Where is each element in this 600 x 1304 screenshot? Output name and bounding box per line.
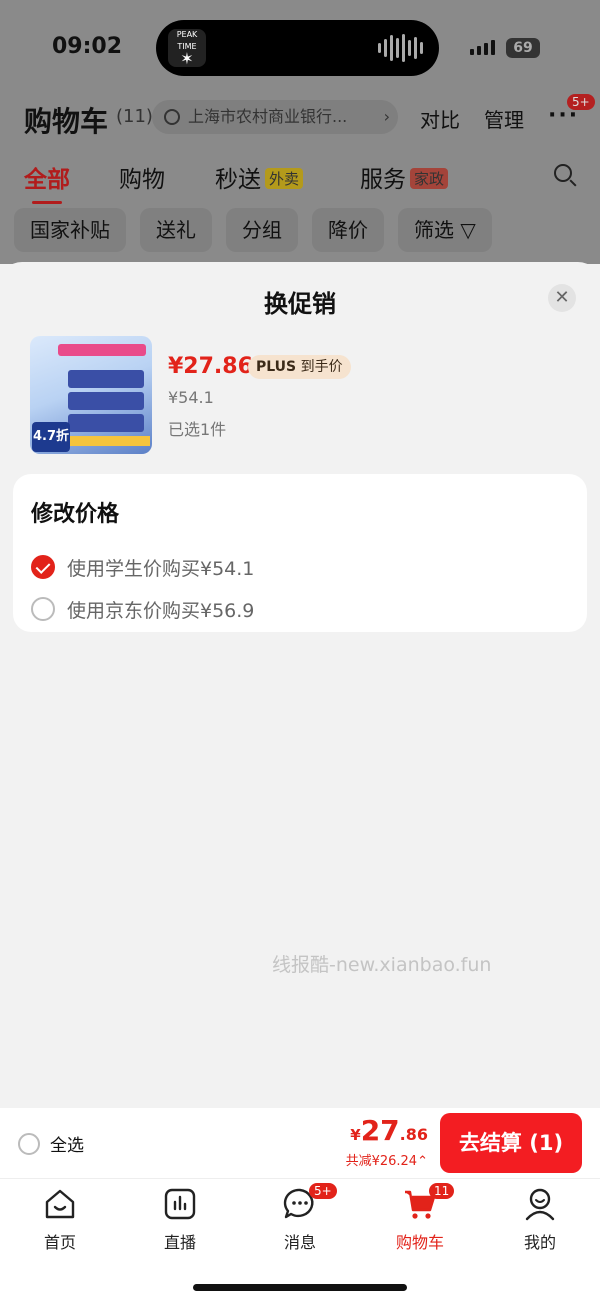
total-currency: ¥ [350,1126,361,1144]
nav-live-label: 直播 [163,1233,196,1252]
nav-home[interactable]: 首页 [0,1187,120,1253]
page-title: 购物车 [24,105,109,138]
unchecked-radio-icon[interactable] [31,597,55,621]
chip-filter[interactable]: 筛选 ▽ [398,208,492,252]
tab-shopping[interactable]: 购物 [119,160,165,194]
checkout-button[interactable]: 去结算 (1) [440,1113,582,1173]
nav-home-label: 首页 [43,1233,76,1252]
filter-chips: 国家补贴 送礼 分组 降价 筛选 ▽ [14,208,492,252]
tab-active-indicator [32,201,62,204]
promo-price: ¥27.86 [168,354,253,379]
checkout-bar: 全选 ¥27.86 共减¥26.24⌃ 去结算 (1) [0,1108,600,1178]
tab-shopping-label: 购物 [119,167,165,193]
price-option-jd[interactable]: 使用京东价购买¥56.9 [31,596,254,622]
chip-national-subsidy[interactable]: 国家补贴 [14,208,126,252]
more-badge: 5+ [567,94,595,110]
price-option-label: 使用京东价购买¥56.9 [67,599,255,622]
battery-icon: 69 [506,38,540,58]
category-tabs: 全部 购物 秒送 外卖 服务 家政 [0,160,600,204]
eye-icon [164,109,180,125]
plus-badge-text: 到手价 [300,359,343,375]
plus-price-badge: PLUS 到手价 [248,355,351,379]
chip-gift[interactable]: 送礼 [140,208,212,252]
checked-radio-icon[interactable] [31,555,55,579]
price-option-label: 使用学生价购买¥54.1 [67,557,255,580]
nav-profile[interactable]: 我的 [480,1187,600,1253]
signal-icon [470,40,495,55]
tab-delivery-label: 秒送 [215,167,261,193]
plus-badge-bold: PLUS [256,359,297,375]
product-image-discount: 4.7折 [32,422,70,452]
home-indicator[interactable] [193,1284,407,1291]
audio-wave-icon [378,34,423,62]
original-price: ¥54.1 [168,388,214,407]
filter-icon: ▽ [460,218,476,242]
watermark: 线报酷-new.xianbao.fun [272,954,492,976]
status-time: 09:02 [52,34,123,59]
chevron-right-icon: › [383,107,390,126]
price-card-title: 修改价格 [31,502,120,527]
profile-icon [523,1187,557,1221]
select-all-label: 全选 [50,1136,84,1156]
compare-button[interactable]: 对比 [420,104,460,133]
address-text: 上海市农村商业银行... [188,107,348,126]
discount-summary[interactable]: 共减¥26.24⌃ [346,1150,428,1169]
promotion-sheet: 换促销 ✕ 4.7折 ¥27.86 PLUS 到手价 ¥54.1 已选1件 修改… [0,262,600,1108]
tab-all[interactable]: 全部 [24,160,70,204]
nav-messages[interactable]: 5+ 消息 [240,1183,360,1253]
tab-services[interactable]: 服务 家政 [360,160,449,194]
chip-price-drop[interactable]: 降价 [312,208,384,252]
cart-icon: 11 [403,1183,455,1221]
now-playing-title: PEAK TIME [176,30,198,51]
cart-badge: 11 [429,1183,455,1199]
dynamic-island: PEAK TIME ✶ [156,20,439,76]
selected-count: 已选1件 [168,420,227,439]
total-decimal: .86 [399,1125,428,1144]
product-image: 4.7折 [30,336,152,454]
nav-messages-label: 消息 [283,1233,316,1252]
tab-services-label: 服务 [360,167,406,193]
live-icon [163,1187,197,1221]
status-bar: 09:02 PEAK TIME ✶ 69 [0,0,600,96]
tab-delivery[interactable]: 秒送 外卖 [215,160,304,194]
message-icon: 5+ [283,1183,337,1221]
total-integer: 27 [360,1114,400,1147]
takeout-tag: 外卖 [265,168,304,189]
cart-count: (11) [116,106,153,127]
price-option-card: 修改价格 使用学生价购买¥54.1 使用京东价购买¥56.9 [13,474,587,632]
nav-cart[interactable]: 11 购物车 [360,1183,480,1253]
housekeeping-tag: 家政 [410,168,449,189]
total-price: ¥27.86 [350,1114,428,1147]
sheet-title: 换促销 [264,290,336,318]
close-icon[interactable]: ✕ [548,284,576,312]
discount-text: 共减¥26.24 [345,1154,418,1169]
chip-group[interactable]: 分组 [226,208,298,252]
chevron-up-icon: ⌃ [417,1154,428,1169]
message-badge: 5+ [309,1183,337,1199]
chip-filter-label: 筛选 [414,218,454,242]
home-icon [43,1187,77,1221]
select-all-radio-icon[interactable] [18,1132,40,1155]
now-playing-thumbnail: PEAK TIME ✶ [168,29,206,67]
nav-live[interactable]: 直播 [120,1187,240,1253]
price-option-student[interactable]: 使用学生价购买¥54.1 [31,554,254,580]
tab-all-label: 全部 [24,167,70,193]
nav-profile-label: 我的 [523,1233,556,1252]
manage-button[interactable]: 管理 [484,104,524,133]
sparkle-icon: ✶ [180,49,194,67]
address-selector[interactable]: 上海市农村商业银行... › [152,100,398,134]
search-icon[interactable] [554,164,572,182]
select-all[interactable]: 全选 [18,1131,84,1156]
nav-cart-label: 购物车 [395,1233,444,1252]
